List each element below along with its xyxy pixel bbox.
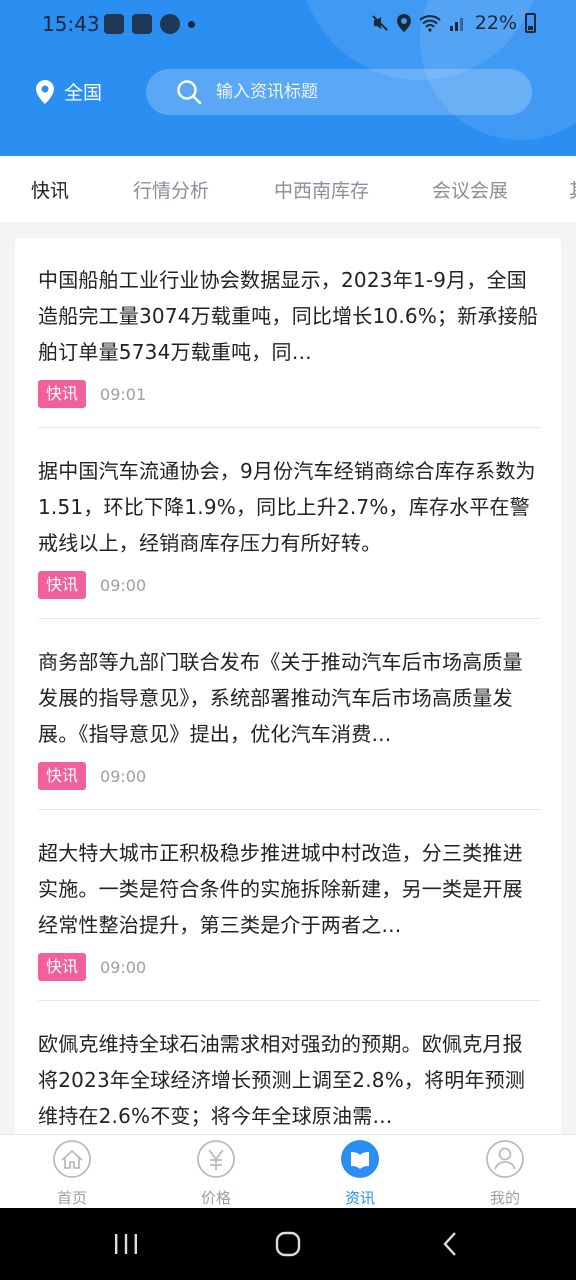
tab-other[interactable]: 其 [569, 176, 576, 203]
news-time: 09:00 [100, 575, 147, 595]
divider [38, 1000, 540, 1001]
news-tag: 快讯 [38, 571, 87, 599]
back-icon [443, 1232, 456, 1256]
divider [38, 618, 540, 619]
search-input[interactable] [216, 82, 476, 102]
news-tag: 快讯 [38, 762, 87, 790]
news-text: 超大特大城市正积极稳步推进城中村改造，分三类推进实施。一类是符合条件的实施拆除新… [38, 841, 523, 937]
signal-icon [449, 18, 463, 31]
news-list: 中国船舶工业行业协会数据显示，2023年1-9月，全国造船完工量3074万载重吨… [15, 238, 561, 1134]
news-item[interactable]: 超大特大城市正积极稳步推进城中村改造，分三类推进实施。一类是符合条件的实施拆除新… [38, 835, 540, 981]
profile-icon [486, 1140, 524, 1178]
recent-apps-icon [115, 1234, 137, 1254]
news-time: 09:01 [100, 384, 147, 404]
news-item[interactable]: 中国船舶工业行业协会数据显示，2023年1-9月，全国造船完工量3074万载重吨… [38, 262, 540, 408]
status-bar: 15:43 22% [0, 10, 576, 40]
yuan-icon [197, 1140, 235, 1178]
news-time: 09:00 [100, 957, 147, 977]
chat-notification-icon [160, 14, 180, 34]
location-pin-icon [36, 79, 54, 104]
news-time: 09:00 [100, 766, 147, 786]
wifi-icon [419, 15, 441, 32]
news-item[interactable]: 商务部等九部门联合发布《关于推动汽车后市场高质量发展的指导意见》，系统部署推动汽… [38, 644, 540, 790]
category-tabs: 快讯 行情分析 中西南库存 会议会展 其 [0, 156, 576, 222]
news-text: 中国船舶工业行业协会数据显示，2023年1-9月，全国造船完工量3074万载重吨… [38, 268, 539, 364]
location-label: 全国 [64, 82, 103, 104]
nav-home[interactable]: 首页 [22, 1139, 122, 1208]
status-time: 15:43 [42, 12, 100, 36]
app-notification-icon [104, 14, 124, 34]
location-icon [396, 14, 411, 32]
battery-icon [525, 13, 536, 33]
news-text: 据中国汽车流通协会，9月份汽车经销商综合库存系数为1.51，环比下降1.9%，同… [38, 459, 536, 555]
news-tag: 快讯 [38, 380, 87, 408]
bottom-nav: 首页 价格 资讯 我的 [0, 1134, 576, 1208]
system-nav-bar [0, 1208, 576, 1280]
divider [38, 809, 540, 810]
gallery-notification-icon [132, 14, 152, 34]
location-selector[interactable]: 全国 [36, 78, 102, 105]
nav-label: 我的 [489, 1189, 520, 1207]
tab-market-analysis[interactable]: 行情分析 [133, 176, 209, 203]
search-bar[interactable] [146, 69, 532, 115]
nav-news[interactable]: 资讯 [310, 1139, 410, 1208]
divider [38, 427, 540, 428]
recent-apps-button[interactable] [106, 1228, 146, 1260]
home-circle-icon [275, 1231, 301, 1257]
news-text: 商务部等九部门联合发布《关于推动汽车后市场高质量发展的指导意见》，系统部署推动汽… [38, 650, 523, 746]
battery-percent: 22% [474, 12, 517, 34]
news-tag: 快讯 [38, 953, 87, 981]
nav-price[interactable]: 价格 [166, 1139, 266, 1208]
app-header: 15:43 22% 全国 [0, 0, 576, 156]
home-button[interactable] [268, 1228, 308, 1260]
news-icon [341, 1140, 379, 1178]
nav-label: 价格 [200, 1189, 231, 1207]
news-text: 欧佩克维持全球石油需求相对强劲的预期。欧佩克月报将2023年全球经济增长预测上调… [38, 1032, 526, 1128]
mute-icon [372, 15, 388, 31]
tab-conferences[interactable]: 会议会展 [432, 176, 508, 203]
tab-inventory[interactable]: 中西南库存 [274, 176, 369, 203]
back-button[interactable] [430, 1228, 470, 1260]
nav-profile[interactable]: 我的 [455, 1139, 555, 1208]
news-item[interactable]: 据中国汽车流通协会，9月份汽车经销商综合库存系数为1.51，环比下降1.9%，同… [38, 453, 540, 599]
search-icon [177, 80, 202, 105]
home-icon [53, 1140, 91, 1178]
tab-kuaixun[interactable]: 快讯 [31, 176, 69, 203]
nav-label: 资讯 [344, 1189, 375, 1207]
more-notifications-icon [188, 20, 195, 28]
nav-label: 首页 [56, 1189, 87, 1207]
news-item[interactable]: 欧佩克维持全球石油需求相对强劲的预期。欧佩克月报将2023年全球经济增长预测上调… [38, 1026, 540, 1134]
